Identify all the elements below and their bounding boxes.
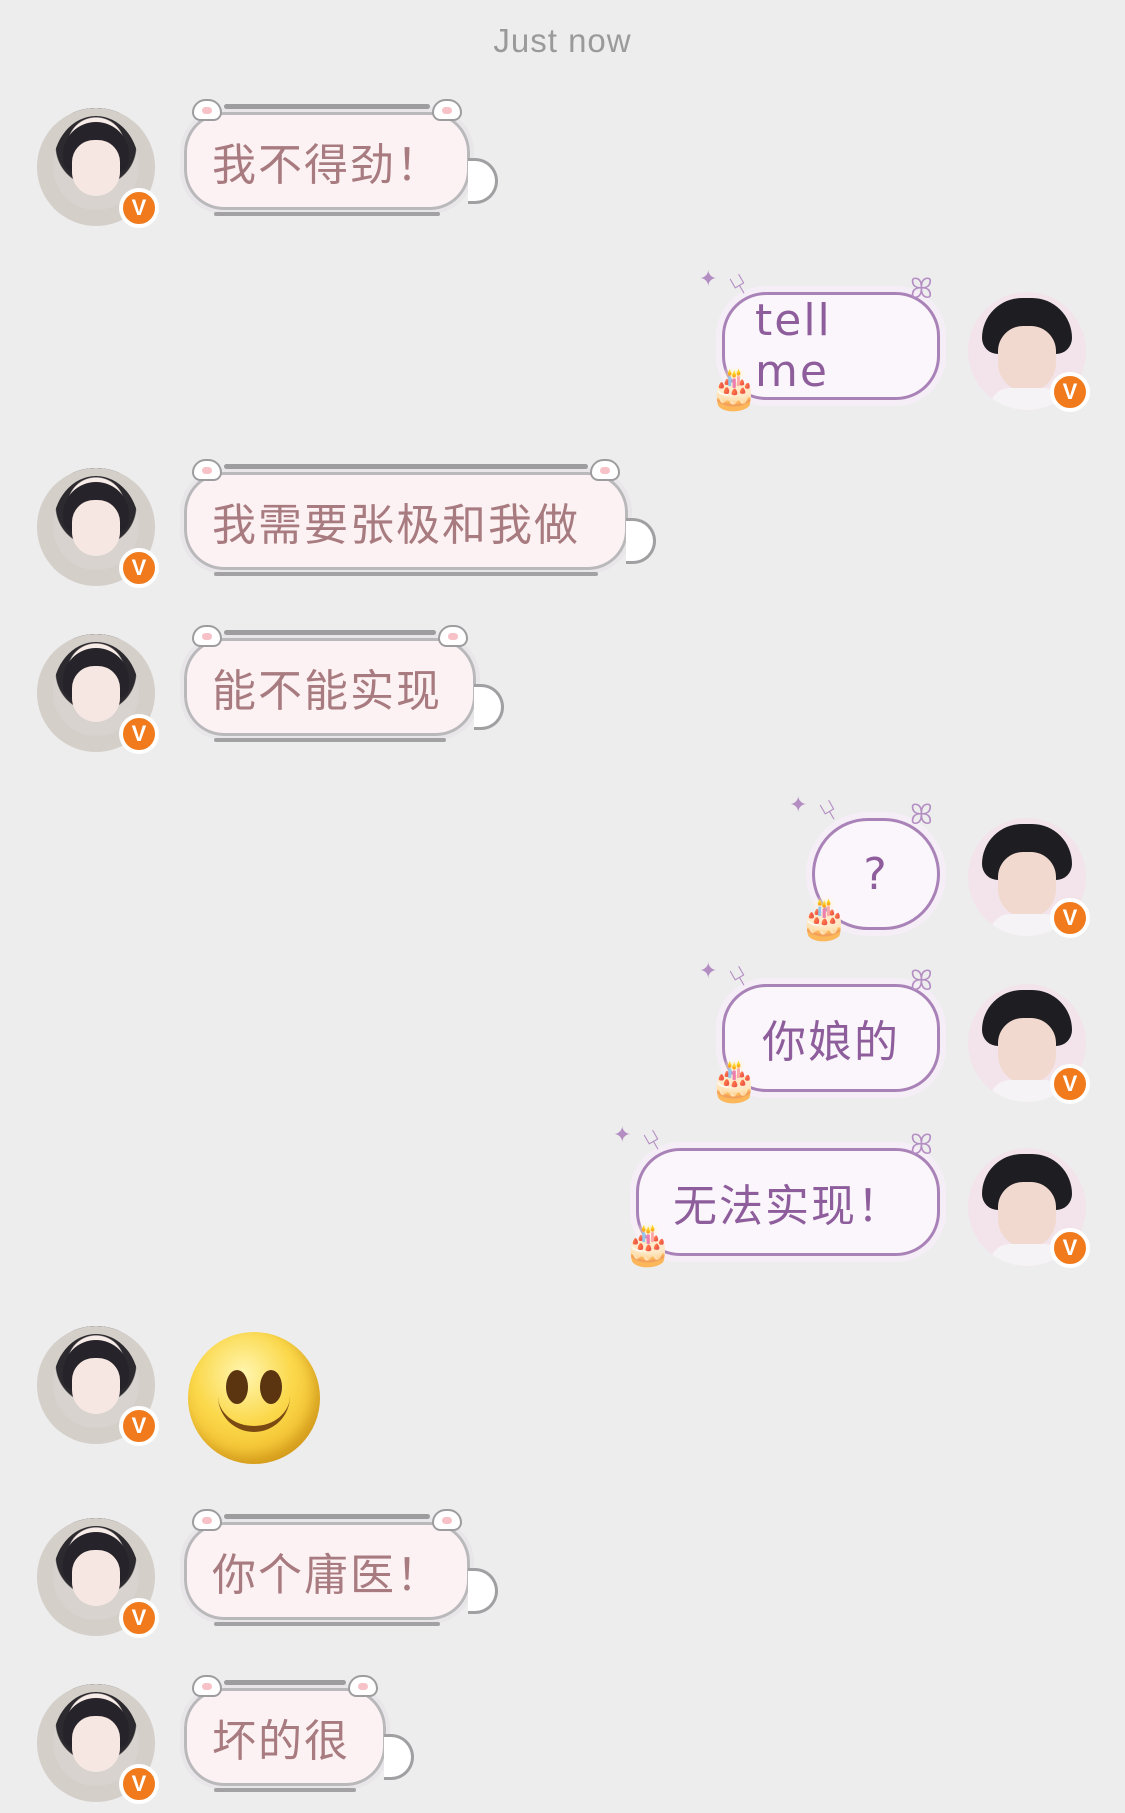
message-text: tell me	[755, 295, 832, 397]
bow-icon: ꕤ	[909, 964, 935, 997]
verified-badge-icon: V	[1050, 1228, 1090, 1268]
verified-badge-icon: V	[119, 188, 159, 228]
message-text: 我需要张极和我做	[212, 500, 580, 551]
fork-icon: ⑂	[813, 791, 847, 830]
paw-icon	[192, 99, 222, 121]
sparkle-icon: ✦	[789, 793, 810, 818]
paw-icon	[192, 1675, 222, 1697]
fork-icon: ⑂	[637, 1121, 671, 1160]
avatar[interactable]: V	[37, 634, 159, 754]
cake-icon: 🎂	[799, 896, 851, 942]
avatar[interactable]: V	[37, 108, 159, 228]
bubble-tail-icon	[468, 1568, 498, 1614]
bow-icon: ꕤ	[909, 798, 935, 831]
paw-icon	[432, 99, 462, 121]
verified-badge-icon: V	[119, 1764, 159, 1804]
chat-window: Just now V 我不得劲！ V ✦ ⑂ ꕤ 🎂 tell me V 我需要…	[0, 0, 1125, 1813]
paw-icon	[192, 459, 222, 481]
message-bubble[interactable]: 我需要张极和我做	[180, 459, 656, 576]
bubble-tail-icon	[626, 518, 656, 564]
message-text: 无法实现！	[673, 1181, 903, 1232]
message-bubble[interactable]: 你个庸医！	[180, 1509, 498, 1626]
avatar[interactable]: V	[968, 984, 1090, 1104]
message-bubble[interactable]: 能不能实现	[180, 625, 504, 742]
verified-badge-icon: V	[119, 1406, 159, 1446]
bow-icon: ꕤ	[909, 1128, 935, 1161]
bubble-tail-icon	[384, 1734, 414, 1780]
bubble-tail-icon	[468, 158, 498, 204]
paw-icon	[192, 625, 222, 647]
fork-icon: ⑂	[723, 265, 757, 304]
bow-icon: ꕤ	[909, 272, 935, 305]
verified-badge-icon: V	[119, 1598, 159, 1638]
message-text: 能不能实现	[212, 666, 442, 717]
message-text: 我不得劲！	[212, 140, 442, 191]
cake-icon: 🎂	[709, 366, 761, 412]
message-bubble[interactable]: ✦ ⑂ ꕤ 🎂 你娘的	[699, 958, 940, 1101]
timestamp: Just now	[493, 22, 632, 59]
message-bubble[interactable]: 我不得劲！	[180, 99, 498, 216]
cake-icon: 🎂	[709, 1058, 761, 1104]
paw-icon	[348, 1675, 378, 1697]
sparkle-icon: ✦	[613, 1123, 634, 1148]
sparkle-icon: ✦	[699, 959, 720, 984]
verified-badge-icon: V	[1050, 372, 1090, 412]
verified-badge-icon: V	[1050, 1064, 1090, 1104]
message-bubble[interactable]: 坏的很	[180, 1675, 414, 1792]
avatar[interactable]: V	[968, 818, 1090, 938]
message-text: 你个庸医！	[212, 1550, 442, 1601]
paw-icon	[438, 625, 468, 647]
message-bubble[interactable]: ✦ ⑂ ꕤ 🎂 ?	[789, 792, 940, 939]
bubble-tail-icon	[474, 684, 504, 730]
message-bubble[interactable]: ✦ ⑂ ꕤ 🎂 tell me	[699, 266, 940, 409]
smiley-emoji-icon[interactable]	[188, 1332, 320, 1464]
avatar[interactable]: V	[37, 1518, 159, 1638]
message-bubble[interactable]: ✦ ⑂ ꕤ 🎂 无法实现！	[613, 1122, 940, 1265]
cake-icon: 🎂	[623, 1222, 675, 1268]
avatar[interactable]: V	[37, 1684, 159, 1804]
avatar[interactable]: V	[968, 292, 1090, 412]
fork-icon: ⑂	[723, 957, 757, 996]
verified-badge-icon: V	[119, 714, 159, 754]
message-text: 坏的很	[212, 1716, 350, 1767]
sparkle-icon: ✦	[699, 267, 720, 292]
verified-badge-icon: V	[1050, 898, 1090, 938]
message-text: ?	[863, 848, 889, 900]
paw-icon	[432, 1509, 462, 1531]
paw-icon	[590, 459, 620, 481]
avatar[interactable]: V	[37, 468, 159, 588]
avatar[interactable]: V	[968, 1148, 1090, 1268]
avatar[interactable]: V	[37, 1326, 159, 1446]
message-text: 你娘的	[762, 1017, 900, 1068]
verified-badge-icon: V	[119, 548, 159, 588]
paw-icon	[192, 1509, 222, 1531]
